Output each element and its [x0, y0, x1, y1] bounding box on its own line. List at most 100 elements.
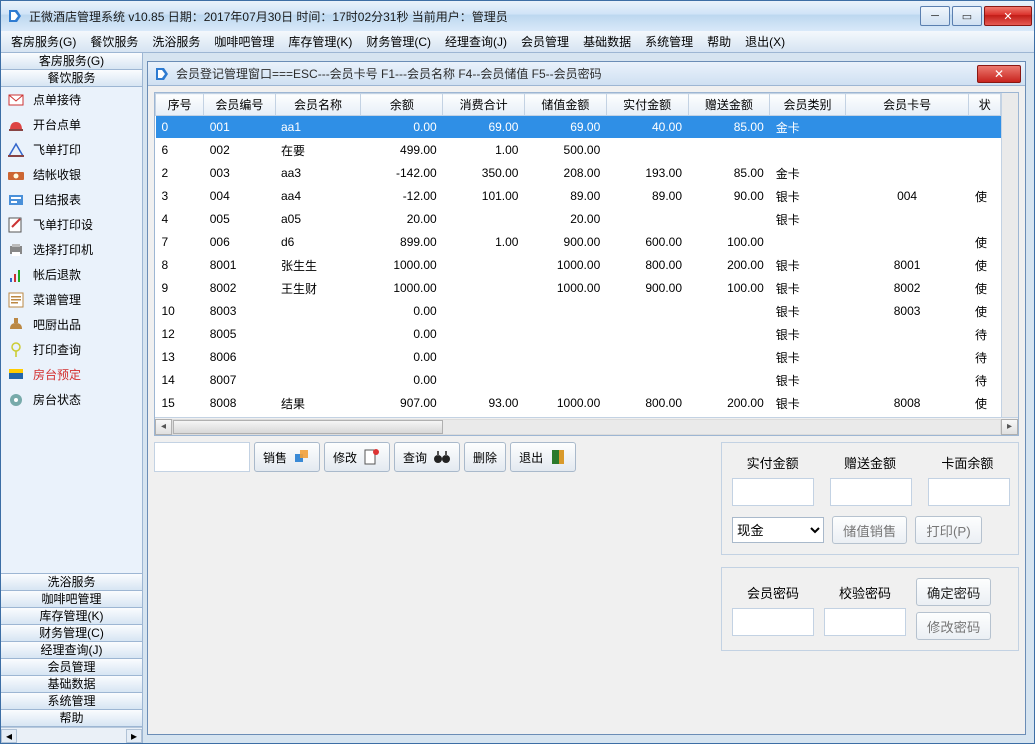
sidebar-item-1[interactable]: 开台点单 [1, 112, 142, 137]
query-button[interactable]: 查询 [394, 442, 460, 472]
hscroll-thumb[interactable] [173, 420, 443, 434]
menu-member[interactable]: 会员管理 [515, 31, 575, 52]
payment-method-select[interactable]: 现金 [732, 517, 824, 543]
menu-help[interactable]: 帮助 [701, 31, 737, 52]
col-header[interactable]: 余额 [361, 94, 443, 116]
col-header[interactable]: 实付金额 [606, 94, 688, 116]
table-row[interactable]: 1080030.00银卡8003使 [156, 300, 1001, 323]
cell [524, 369, 606, 392]
sidebar-item-4[interactable]: 日结报表 [1, 187, 142, 212]
store-sell-button[interactable]: 储值销售 [832, 516, 907, 544]
menu-exit[interactable]: 退出(X) [739, 31, 791, 52]
sidebar-item-7[interactable]: 帐后退款 [1, 262, 142, 287]
confirm-pw-button[interactable]: 确定密码 [916, 578, 991, 606]
sidebar-item-5[interactable]: 飞单打印设 [1, 212, 142, 237]
col-header[interactable]: 赠送金额 [688, 94, 770, 116]
sidebar-hscroll[interactable]: ◂ ▸ [1, 727, 142, 743]
sidebar-category-1[interactable]: 咖啡吧管理 [1, 590, 142, 608]
table-row[interactable]: 1480070.00银卡待 [156, 369, 1001, 392]
sidebar-category-4[interactable]: 经理查询(J) [1, 641, 142, 659]
col-header[interactable]: 储值金额 [524, 94, 606, 116]
sidebar-category-3[interactable]: 财务管理(C) [1, 624, 142, 642]
bonus-input[interactable] [830, 478, 912, 506]
sidebar-item-10[interactable]: 打印查询 [1, 337, 142, 362]
cell [606, 369, 688, 392]
print-button[interactable]: 打印(P) [915, 516, 981, 544]
sell-button[interactable]: 销售 [254, 442, 320, 472]
sidebar-category-8[interactable]: 帮助 [1, 709, 142, 727]
hscroll-right-icon[interactable]: ▸ [1001, 419, 1018, 435]
menu-finance[interactable]: 财务管理(C) [360, 31, 437, 52]
menu-basic-data[interactable]: 基础数据 [577, 31, 637, 52]
table-row[interactable]: 6002在要499.001.00500.00 [156, 139, 1001, 162]
sidebar-category-2[interactable]: 库存管理(K) [1, 607, 142, 625]
sidebar-item-9[interactable]: 吧厨出品 [1, 312, 142, 337]
search-input[interactable] [154, 442, 250, 472]
cell: 20.00 [361, 208, 443, 231]
sidebar-header-dining[interactable]: 餐饮服务 [1, 69, 142, 87]
col-header[interactable]: 序号 [156, 94, 204, 116]
table-row[interactable]: 2003aa3-142.00350.00208.00193.0085.00金卡 [156, 162, 1001, 185]
table-row[interactable]: 7006d6899.001.00900.00600.00100.00使 [156, 231, 1001, 254]
menu-inventory[interactable]: 库存管理(K) [282, 31, 358, 52]
table-row[interactable]: 1380060.00银卡待 [156, 346, 1001, 369]
sidebar-category-0[interactable]: 洗浴服务 [1, 573, 142, 591]
sidebar-item-6[interactable]: 选择打印机 [1, 237, 142, 262]
paid-input[interactable] [732, 478, 814, 506]
table-row[interactable]: 1280050.00银卡待 [156, 323, 1001, 346]
minimize-button[interactable]: ─ [920, 6, 950, 26]
sidebar-category-5[interactable]: 会员管理 [1, 658, 142, 676]
member-grid[interactable]: 序号会员编号会员名称余额消费合计储值金额实付金额赠送金额会员类别会员卡号状 00… [155, 93, 1001, 415]
sidebar-icon [7, 266, 25, 284]
table-row[interactable]: 3004aa4-12.00101.0089.0089.0090.00银卡004使 [156, 185, 1001, 208]
scroll-left-icon[interactable]: ◂ [1, 729, 17, 743]
col-header[interactable]: 会员卡号 [845, 94, 969, 116]
table-row[interactable]: 0001aa10.0069.0069.0040.0085.00金卡 [156, 116, 1001, 139]
inner-close-button[interactable]: ✕ [977, 65, 1021, 83]
exit-button[interactable]: 退出 [510, 442, 576, 472]
grid-hscroll[interactable]: ◂ ▸ [155, 417, 1018, 435]
sidebar-item-label: 吧厨出品 [33, 316, 81, 333]
sidebar-item-label: 打印查询 [33, 341, 81, 358]
sidebar-item-0[interactable]: 点单接待 [1, 87, 142, 112]
scroll-right-icon[interactable]: ▸ [126, 729, 142, 743]
maximize-button[interactable]: ▭ [952, 6, 982, 26]
sidebar-item-2[interactable]: 飞单打印 [1, 137, 142, 162]
sidebar-item-8[interactable]: 菜谱管理 [1, 287, 142, 312]
close-button[interactable]: ✕ [984, 6, 1032, 26]
table-row[interactable]: 158008结果907.0093.001000.00800.00200.00银卡… [156, 392, 1001, 415]
menu-system[interactable]: 系统管理 [639, 31, 699, 52]
cell: 2 [156, 162, 204, 185]
member-window: 会员登记管理窗口===ESC---会员卡号 F1---会员名称 F4--会员储值… [147, 61, 1026, 735]
menu-room-service[interactable]: 客房服务(G) [5, 31, 82, 52]
sidebar-category-7[interactable]: 系统管理 [1, 692, 142, 710]
sidebar-header-room[interactable]: 客房服务(G) [1, 53, 142, 70]
cell: 69.00 [443, 116, 525, 139]
cell: 350.00 [443, 162, 525, 185]
sidebar-item-11[interactable]: 房台预定 [1, 362, 142, 387]
card-balance-input[interactable] [928, 478, 1010, 506]
change-pw-button[interactable]: 修改密码 [916, 612, 991, 640]
table-row[interactable]: 88001张生生1000.001000.00800.00200.00银卡8001… [156, 254, 1001, 277]
delete-button[interactable]: 删除 [464, 442, 506, 472]
sidebar-category-6[interactable]: 基础数据 [1, 675, 142, 693]
table-row[interactable]: 98002王生财1000.001000.00900.00100.00银卡8002… [156, 277, 1001, 300]
menu-bath[interactable]: 洗浴服务 [146, 31, 206, 52]
sidebar-item-3[interactable]: 结帐收银 [1, 162, 142, 187]
verify-pw-input[interactable] [824, 608, 906, 636]
modify-button[interactable]: 修改 [324, 442, 390, 472]
col-header[interactable]: 会员名称 [275, 94, 361, 116]
hscroll-left-icon[interactable]: ◂ [155, 419, 172, 435]
menu-cafe[interactable]: 咖啡吧管理 [208, 31, 280, 52]
member-pw-input[interactable] [732, 608, 814, 636]
col-header[interactable]: 消费合计 [443, 94, 525, 116]
grid-vscroll[interactable] [1001, 93, 1018, 417]
sidebar-item-12[interactable]: 房台状态 [1, 387, 142, 412]
col-header[interactable]: 状 [969, 94, 1001, 116]
menu-dining[interactable]: 餐饮服务 [84, 31, 144, 52]
sidebar-item-label: 结帐收银 [33, 166, 81, 183]
menu-manager-query[interactable]: 经理查询(J) [439, 31, 513, 52]
col-header[interactable]: 会员类别 [770, 94, 845, 116]
col-header[interactable]: 会员编号 [204, 94, 275, 116]
table-row[interactable]: 4005a0520.0020.00银卡 [156, 208, 1001, 231]
